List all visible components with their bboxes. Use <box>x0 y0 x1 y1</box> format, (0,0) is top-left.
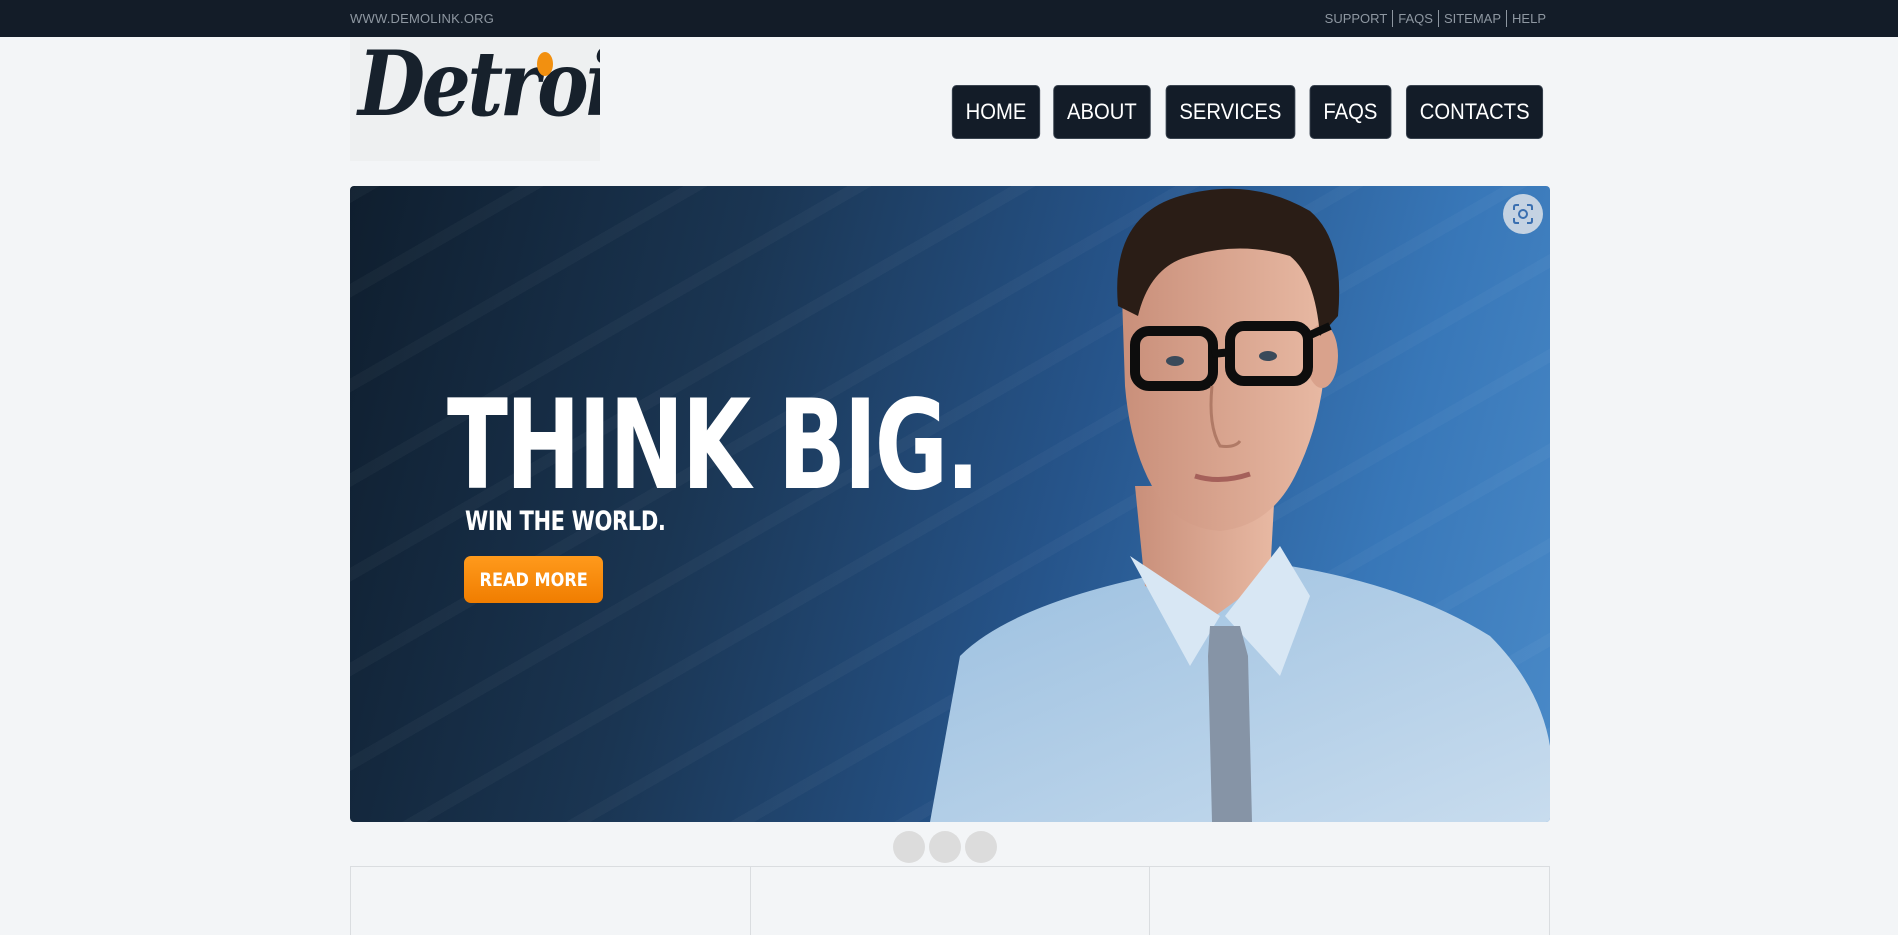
logo-dot <box>537 52 553 76</box>
nav-contacts[interactable]: CONTACTS <box>1405 85 1544 139</box>
read-more-button[interactable]: READ MORE <box>464 556 603 603</box>
slide-dot-2[interactable] <box>929 831 961 863</box>
nav-home-label: HOME <box>965 99 1027 124</box>
logo[interactable]: Detroix <box>350 37 600 161</box>
top-link-faqs[interactable]: FAQS <box>1392 10 1438 27</box>
hero-subline: WIN THE WORLD. <box>465 506 666 537</box>
slide-dot-1[interactable] <box>893 831 925 863</box>
nav-home[interactable]: HOME <box>952 85 1041 139</box>
nav-services-label: SERVICES <box>1179 99 1282 124</box>
site-url[interactable]: WWW.DEMOLINK.ORG <box>350 11 494 26</box>
feature-box-3 <box>1149 867 1549 935</box>
nav-faqs-label: FAQS <box>1323 99 1378 124</box>
feature-box-1 <box>351 867 750 935</box>
hero-slider[interactable]: THINK BIG. WIN THE WORLD. READ MORE <box>350 186 1550 822</box>
nav-about[interactable]: ABOUT <box>1053 85 1151 139</box>
nav-contacts-label: CONTACTS <box>1419 99 1530 124</box>
slide-dot-3[interactable] <box>965 831 997 863</box>
logo-text: Detroix <box>358 37 600 137</box>
top-link-support[interactable]: SUPPORT <box>1320 10 1393 27</box>
hero-headline: THINK BIG. <box>447 374 980 518</box>
read-more-label: READ MORE <box>479 568 588 591</box>
top-link-sitemap[interactable]: SITEMAP <box>1437 10 1506 27</box>
feature-boxes <box>350 866 1550 935</box>
main-nav: HOME ABOUT SERVICES FAQS CONTACTS <box>948 85 1549 139</box>
visual-search-icon[interactable] <box>1503 194 1543 234</box>
nav-faqs[interactable]: FAQS <box>1309 85 1392 139</box>
top-link-help[interactable]: HELP <box>1506 10 1546 27</box>
hero-person-image <box>930 188 1550 822</box>
feature-box-2 <box>749 867 1150 935</box>
lens-icon <box>1513 204 1533 224</box>
top-bar: WWW.DEMOLINK.ORG SUPPORT FAQS SITEMAP HE… <box>0 0 1898 37</box>
top-links: SUPPORT FAQS SITEMAP HELP <box>1320 10 1546 27</box>
slider-pagination <box>893 831 997 863</box>
nav-about-label: ABOUT <box>1067 99 1138 124</box>
nav-services[interactable]: SERVICES <box>1165 85 1296 139</box>
